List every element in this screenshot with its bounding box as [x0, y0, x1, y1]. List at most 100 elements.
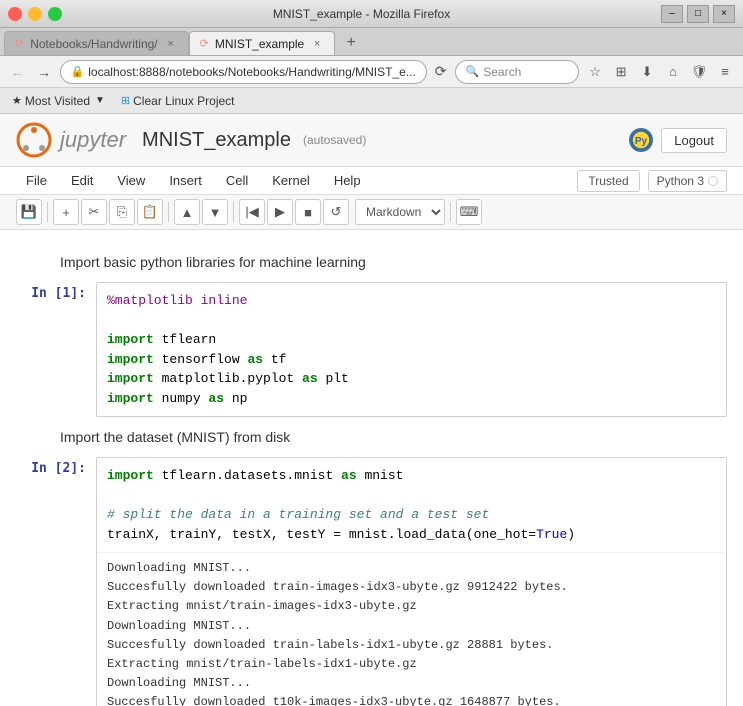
cell-type-select[interactable]: Markdown Code Raw — [355, 199, 445, 225]
copy-cell-button[interactable]: ⎘ — [109, 199, 135, 225]
most-visited-bookmark[interactable]: ★ Most Visited ▼ — [8, 92, 109, 110]
move-down-button[interactable]: ▼ — [202, 199, 228, 225]
notebook-content: Import basic python libraries for machin… — [0, 230, 743, 706]
jupyter-wordmark: jupyter — [60, 127, 126, 153]
most-visited-label: Most Visited — [25, 94, 90, 108]
cell-row-2: In [2]: import tflearn.datasets.mnist as… — [0, 453, 743, 706]
menu-right: Trusted Python 3 — [577, 170, 727, 192]
bookmark-star-button[interactable]: ☆ — [583, 60, 607, 84]
output-line: Extracting mnist/train-images-idx3-ubyte… — [107, 597, 716, 616]
back-button[interactable]: ← — [6, 60, 29, 84]
win-max-button[interactable]: □ — [687, 5, 709, 23]
tab-handwriting[interactable]: ⟳ Notebooks/Handwriting/ × — [4, 31, 189, 55]
menu-file[interactable]: File — [16, 169, 57, 192]
tab-close-mnist[interactable]: × — [310, 37, 324, 51]
notebook-title: MNIST_example — [142, 129, 291, 152]
add-cell-button[interactable]: + — [53, 199, 79, 225]
toolbar-separator-1 — [47, 202, 48, 222]
menu-help[interactable]: Help — [324, 169, 371, 192]
search-box[interactable]: 🔍 Search — [455, 60, 580, 84]
tab-label: Notebooks/Handwriting/ — [30, 37, 157, 51]
bookmark-list-button[interactable]: ⊞ — [609, 60, 633, 84]
chevron-down-icon: ▼ — [95, 95, 105, 106]
jupyter-header: jupyter MNIST_example (autosaved) Py Log… — [0, 114, 743, 167]
save-button[interactable]: 💾 — [16, 199, 42, 225]
jupyter-header-right: Py Logout — [629, 128, 727, 153]
star-icon: ★ — [12, 94, 22, 107]
autosave-badge: (autosaved) — [303, 133, 366, 147]
kernel-label: Python 3 — [657, 174, 704, 188]
jupyter-wrapper: jupyter MNIST_example (autosaved) Py Log… — [0, 114, 743, 706]
run-button[interactable]: ▶ — [267, 199, 293, 225]
cell-output-2: Downloading MNIST... Succesfully downloa… — [97, 552, 726, 706]
cell-row-1: In [1]: %matplotlib inline import tflear… — [0, 278, 743, 421]
kernel-status-circle — [708, 176, 718, 186]
cell-box-2[interactable]: import tflearn.datasets.mnist as mnist #… — [96, 457, 727, 706]
svg-text:Py: Py — [635, 136, 648, 147]
code-line: import tflearn.datasets.mnist as mnist — [107, 466, 716, 486]
menu-edit[interactable]: Edit — [61, 169, 103, 192]
code-line: import tflearn — [107, 330, 716, 350]
bookmarks-bar: ★ Most Visited ▼ ⊞ Clear Linux Project — [0, 88, 743, 114]
jupyter-logo: jupyter MNIST_example (autosaved) — [16, 122, 366, 158]
win-close-button[interactable]: × — [713, 5, 735, 23]
tab-mnist[interactable]: ⟳ MNIST_example × — [189, 31, 336, 55]
code-line: trainX, trainY, testX, testY = mnist.loa… — [107, 525, 716, 545]
window-title: MNIST_example - Mozilla Firefox — [62, 7, 661, 21]
win-min-button[interactable]: – — [661, 5, 683, 23]
maximize-button[interactable] — [48, 7, 62, 21]
keyboard-shortcut-button[interactable]: ⌨ — [456, 199, 482, 225]
code-line: # split the data in a training set and a… — [107, 505, 716, 525]
window-controls — [8, 7, 62, 21]
code-line: import numpy as np — [107, 389, 716, 409]
output-line: Downloading MNIST... — [107, 617, 716, 636]
menu-kernel[interactable]: Kernel — [262, 169, 320, 192]
new-tab-button[interactable]: + — [339, 31, 363, 55]
search-icon: 🔍 — [466, 65, 480, 78]
tab-close-handwriting[interactable]: × — [164, 37, 178, 51]
output-line: Succesfully downloaded train-images-idx3… — [107, 578, 716, 597]
trusted-button[interactable]: Trusted — [577, 170, 639, 192]
output-line: Succesfully downloaded t10k-images-idx3-… — [107, 693, 716, 706]
address-bar: ← → 🔒 localhost:8888/notebooks/Notebooks… — [0, 56, 743, 88]
clear-project-button[interactable]: ⊞ Clear Linux Project — [117, 92, 239, 110]
clear-project-label: Clear Linux Project — [133, 94, 234, 108]
output-line: Downloading MNIST... — [107, 674, 716, 693]
shield-button[interactable]: 🛡 — [687, 60, 711, 84]
code-line: import matplotlib.pyplot as plt — [107, 369, 716, 389]
toolbar-icons: ☆ ⊞ ⬇ ⌂ 🛡 ≡ — [583, 60, 737, 84]
toolbar-separator-3 — [233, 202, 234, 222]
cut-cell-button[interactable]: ✂ — [81, 199, 107, 225]
jupyter-logo-icon — [16, 122, 52, 158]
cell-box-1[interactable]: %matplotlib inline import tflearn import… — [96, 282, 727, 417]
minimize-button[interactable] — [28, 7, 42, 21]
notebook-toolbar: 💾 + ✂ ⎘ 📋 ▲ ▼ |◀ ▶ ■ ↺ Markdown Code Raw… — [0, 195, 743, 230]
clear-linux-icon: ⊞ — [121, 94, 130, 107]
python-icon: Py — [629, 128, 653, 152]
paste-cell-button[interactable]: 📋 — [137, 199, 163, 225]
forward-button[interactable]: → — [33, 60, 56, 84]
download-button[interactable]: ⬇ — [635, 60, 659, 84]
stop-button[interactable]: ■ — [295, 199, 321, 225]
menu-insert[interactable]: Insert — [159, 169, 212, 192]
url-bar[interactable]: 🔒 localhost:8888/notebooks/Notebooks/Han… — [60, 60, 427, 84]
restart-button[interactable]: ↺ — [323, 199, 349, 225]
logout-button[interactable]: Logout — [661, 128, 727, 153]
tab-bar: ⟳ Notebooks/Handwriting/ × ⟳ MNIST_examp… — [0, 28, 743, 56]
reload-button[interactable]: ⟳ — [431, 63, 451, 80]
title-bar: MNIST_example - Mozilla Firefox – □ × — [0, 0, 743, 28]
menu-cell[interactable]: Cell — [216, 169, 258, 192]
code-line: %matplotlib inline — [107, 291, 716, 311]
run-prev-button[interactable]: |◀ — [239, 199, 265, 225]
menu-view[interactable]: View — [107, 169, 155, 192]
close-button[interactable] — [8, 7, 22, 21]
toolbar-separator-4 — [450, 202, 451, 222]
kernel-indicator: Python 3 — [648, 170, 727, 192]
menu-button[interactable]: ≡ — [713, 60, 737, 84]
move-up-button[interactable]: ▲ — [174, 199, 200, 225]
cell-code-1: %matplotlib inline import tflearn import… — [97, 283, 726, 416]
url-text: localhost:8888/notebooks/Notebooks/Handw… — [88, 65, 416, 79]
home-button[interactable]: ⌂ — [661, 60, 685, 84]
output-line: Extracting mnist/train-labels-idx1-ubyte… — [107, 655, 716, 674]
tab-label: MNIST_example — [215, 37, 304, 51]
